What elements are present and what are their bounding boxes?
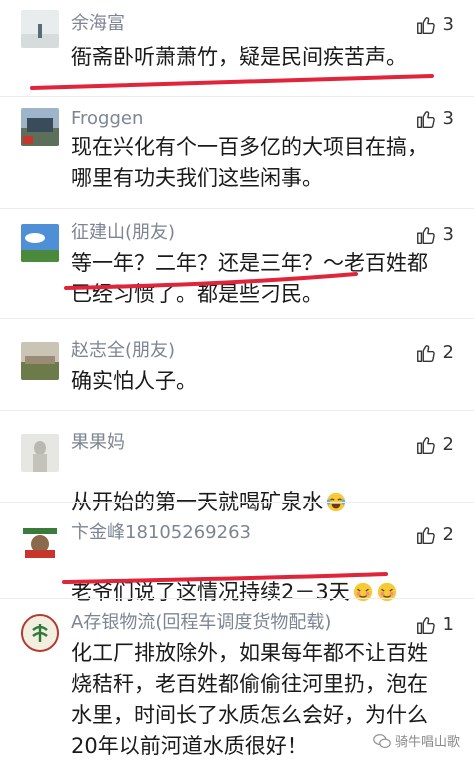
thumbs-up-icon xyxy=(416,227,435,244)
divider xyxy=(0,96,474,97)
thumbs-up-icon xyxy=(416,17,435,34)
like-button[interactable]: 2 xyxy=(415,342,454,364)
avatar[interactable] xyxy=(21,342,59,380)
avatar[interactable] xyxy=(21,614,59,652)
comment-author[interactable]: 赵志全(朋友) xyxy=(71,340,175,362)
avatar[interactable] xyxy=(21,524,59,562)
divider xyxy=(0,208,474,209)
avatar-image xyxy=(21,224,59,262)
comment-text: 衙斋卧听萧萧竹，疑是民间疾苦声。 xyxy=(71,45,407,69)
like-button[interactable]: 3 xyxy=(415,14,454,36)
thumbs-up-icon xyxy=(416,527,435,544)
like-count: 2 xyxy=(442,524,454,545)
divider xyxy=(0,410,474,411)
comment-text: 现在兴化有个一百多亿的大项目在搞， 哪里有功夫我们这些闲事。 xyxy=(71,135,428,190)
watermark: 骑牛唱山歌 xyxy=(373,731,460,750)
comment-author[interactable]: 余海富 xyxy=(71,13,125,35)
avatar-image xyxy=(21,524,59,562)
thumbs-up-icon xyxy=(416,437,435,454)
like-count: 3 xyxy=(442,14,454,35)
like-count: 3 xyxy=(442,108,454,129)
comment-author[interactable]: 果果妈 xyxy=(71,432,125,454)
like-button[interactable]: 3 xyxy=(415,224,454,246)
avatar-image xyxy=(21,342,59,380)
avatar-image xyxy=(21,108,59,146)
drooling-emoji-icon xyxy=(377,582,396,602)
thumbs-up-icon xyxy=(416,617,435,634)
avatar-image xyxy=(21,434,59,472)
thumbs-up-icon xyxy=(416,111,435,128)
like-count: 2 xyxy=(442,434,454,455)
like-count: 1 xyxy=(442,614,454,635)
drooling-emoji-icon xyxy=(353,582,372,602)
divider xyxy=(0,318,474,319)
thumbs-up-icon xyxy=(416,345,435,362)
like-button[interactable]: 2 xyxy=(415,524,454,546)
like-count: 3 xyxy=(442,224,454,245)
divider xyxy=(0,502,474,503)
like-button[interactable]: 3 xyxy=(415,108,454,130)
wechat-icon xyxy=(373,733,391,748)
red-underline xyxy=(30,74,434,90)
comment-author[interactable]: A存银物流(回程车调度货物配载) xyxy=(71,612,331,634)
avatar[interactable] xyxy=(21,434,59,472)
comment-author[interactable]: Froggen xyxy=(71,108,143,130)
like-count: 2 xyxy=(442,342,454,363)
avatar-image xyxy=(21,10,59,48)
comment-text-content: 老爷们说了这情况持续2－3天 xyxy=(71,580,350,604)
like-button[interactable]: 2 xyxy=(415,434,454,456)
avatar[interactable] xyxy=(21,10,59,48)
avatar[interactable] xyxy=(21,224,59,262)
divider xyxy=(0,598,474,599)
comment-author[interactable]: 征建山(朋友) xyxy=(71,222,175,244)
watermark-text: 骑牛唱山歌 xyxy=(394,735,460,750)
like-button[interactable]: 1 xyxy=(415,614,454,636)
comment-author[interactable]: 卞金峰18105269263 xyxy=(71,522,251,544)
comment-text: 确实怕人子。 xyxy=(71,369,197,393)
avatar[interactable] xyxy=(21,108,59,146)
avatar-image xyxy=(21,614,59,652)
comment-text: 从开始的第一天就喝矿泉水 xyxy=(71,456,446,518)
comment-text: 等一年？二年？还是三年？～老百姓都 已经习惯了。都是些刁民。 xyxy=(71,251,428,306)
